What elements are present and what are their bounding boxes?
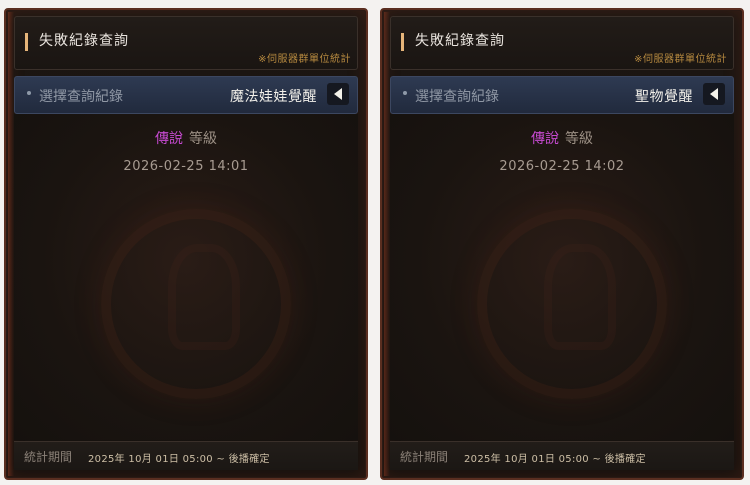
- stats-footer: 統計期間 2025年 10月 01日 05:00 ~ 後播確定: [14, 441, 358, 470]
- footer-period: 2025年 10月 01日 05:00 ~ 後播確定: [464, 454, 646, 465]
- stats-footer: 統計期間 2025年 10月 01日 05:00 ~ 後播確定: [390, 441, 734, 470]
- bullet-icon: [27, 91, 31, 95]
- title-marker: [401, 33, 404, 51]
- selector-label: 選擇查詢紀錄: [415, 89, 499, 105]
- footer-period: 2025年 10月 01日 05:00 ~ 後播確定: [88, 454, 270, 465]
- title-marker: [25, 33, 28, 51]
- record-content: 傳說 等級 2026-02-25 14:01: [14, 114, 358, 440]
- record-selector[interactable]: 選擇查詢紀錄 魔法娃娃覺醒: [14, 76, 358, 114]
- failure-record-panel-right: 失敗紀錄查詢 ※伺服器群單位統計 選擇查詢紀錄 聖物覺醒 傳說 等級 2026-0…: [380, 8, 744, 480]
- footer-label: 統計期間: [400, 450, 449, 464]
- panel-title-bar: 失敗紀錄查詢 ※伺服器群單位統計: [390, 16, 734, 70]
- grade-line: 傳說 等級: [390, 128, 734, 148]
- emblem-watermark-icon: [101, 209, 291, 399]
- selector-value: 聖物覺醒: [635, 89, 693, 105]
- chevron-left-icon[interactable]: [703, 83, 725, 105]
- panel-title-bar: 失敗紀錄查詢 ※伺服器群單位統計: [14, 16, 358, 70]
- footer-label: 統計期間: [24, 450, 73, 464]
- grade-tier: 傳說: [531, 131, 559, 147]
- grade-word: 等級: [189, 131, 217, 147]
- record-timestamp: 2026-02-25 14:01: [123, 159, 249, 174]
- panel-title: 失敗紀錄查詢: [415, 33, 505, 49]
- chevron-left-icon[interactable]: [327, 83, 349, 105]
- record-content: 傳說 等級 2026-02-25 14:02: [390, 114, 734, 440]
- record-selector[interactable]: 選擇查詢紀錄 聖物覺醒: [390, 76, 734, 114]
- selector-value: 魔法娃娃覺醒: [230, 89, 317, 105]
- emblem-watermark-icon: [477, 209, 667, 399]
- grade-tier: 傳說: [155, 131, 183, 147]
- server-group-note: ※伺服器群單位統計: [258, 54, 351, 65]
- selector-label: 選擇查詢紀錄: [39, 89, 123, 105]
- panel-title: 失敗紀錄查詢: [39, 33, 129, 49]
- grade-line: 傳說 等級: [14, 128, 358, 148]
- grade-word: 等級: [565, 131, 593, 147]
- failure-record-panel-left: 失敗紀錄查詢 ※伺服器群單位統計 選擇查詢紀錄 魔法娃娃覺醒 傳說 等級 2026…: [4, 8, 368, 480]
- server-group-note: ※伺服器群單位統計: [634, 54, 727, 65]
- record-timestamp: 2026-02-25 14:02: [499, 159, 625, 174]
- bullet-icon: [403, 91, 407, 95]
